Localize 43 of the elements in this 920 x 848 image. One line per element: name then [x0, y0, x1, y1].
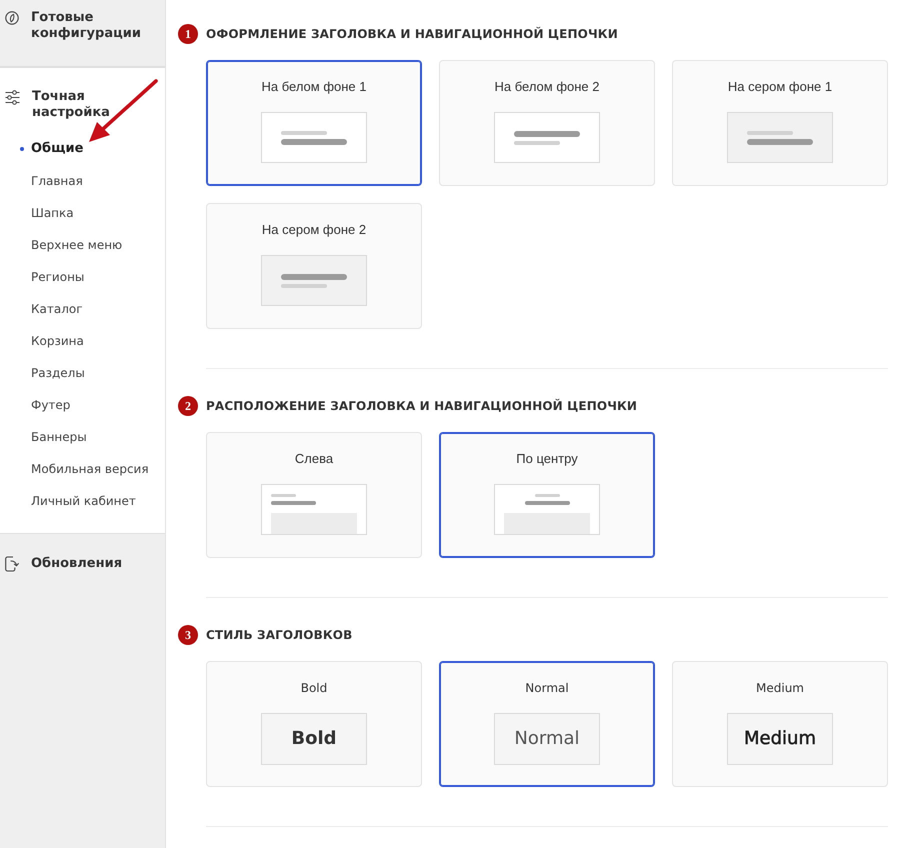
section-heading: ОФОРМЛЕНИЕ ЗАГОЛОВКА И НАВИГАЦИОННОЙ ЦЕПОЧКИ — [206, 26, 618, 43]
number-badge: 3 — [178, 625, 198, 645]
section-heading: СТИЛЬ ЗАГОЛОВКОВ — [206, 627, 352, 644]
option-card[interactable]: На сером фоне 2 — [206, 203, 422, 329]
sample-text: Normal — [514, 727, 580, 751]
sidebar-link[interactable]: Личный кабинет — [0, 485, 136, 517]
sidebar-link[interactable]: Регионы — [0, 261, 84, 293]
option-card[interactable]: Bold Bold — [206, 661, 422, 787]
number-badge: 1 — [178, 24, 198, 44]
sidebar-link[interactable]: Каталог — [0, 293, 83, 325]
placeholder-bar — [534, 494, 560, 497]
sample-text: Medium — [744, 727, 816, 751]
placeholder-bar — [281, 138, 347, 144]
placeholder-bar — [747, 138, 813, 144]
sidebar-link[interactable]: Общие — [0, 133, 84, 165]
option-card[interactable]: На сером фоне 1 — [672, 60, 888, 186]
sidebar-link[interactable]: Футер — [0, 389, 70, 421]
option-card[interactable]: Medium Medium — [672, 661, 888, 787]
arrow-square-icon — [5, 556, 19, 572]
sidebar-link[interactable]: Разделы — [0, 357, 85, 389]
sidebar-section-button[interactable]: Точная настройка — [0, 89, 142, 121]
placeholder-bar — [524, 501, 570, 505]
number-badge: 2 — [178, 396, 198, 416]
sidebar-link[interactable]: Мобильная версия — [0, 453, 149, 485]
section-heading: РАСПОЛОЖЕНИЕ ЗАГОЛОВКА И НАВИГАЦИОННОЙ ЦЕПОЧКИ — [206, 398, 638, 415]
sidebar-link[interactable]: Верхнее меню — [0, 229, 122, 261]
sample-text: Bold — [291, 727, 337, 751]
sidebar-link[interactable]: Главная — [0, 165, 83, 197]
option-card[interactable]: На белом фоне 2 — [439, 60, 655, 186]
option-card[interactable]: По центру — [439, 432, 655, 558]
placeholder-bar — [271, 494, 296, 497]
sidebar-section-button[interactable]: Готовые конфигурации — [0, 10, 141, 42]
sidebar-link[interactable]: Корзина — [0, 325, 84, 357]
placeholder-bar — [271, 501, 316, 505]
option-card[interactable]: На белом фоне 1 — [206, 60, 422, 186]
leaf-circle-icon — [5, 11, 19, 25]
sidebar-section-button[interactable]: Обновления — [0, 556, 141, 572]
option-card[interactable]: Слева — [206, 432, 422, 558]
option-card[interactable]: Normal Normal — [439, 661, 655, 787]
sidebar-link[interactable]: Шапка — [0, 197, 74, 229]
sidebar-link[interactable]: Баннеры — [0, 421, 87, 453]
placeholder-bar — [514, 140, 560, 144]
sliders-icon — [5, 90, 20, 105]
